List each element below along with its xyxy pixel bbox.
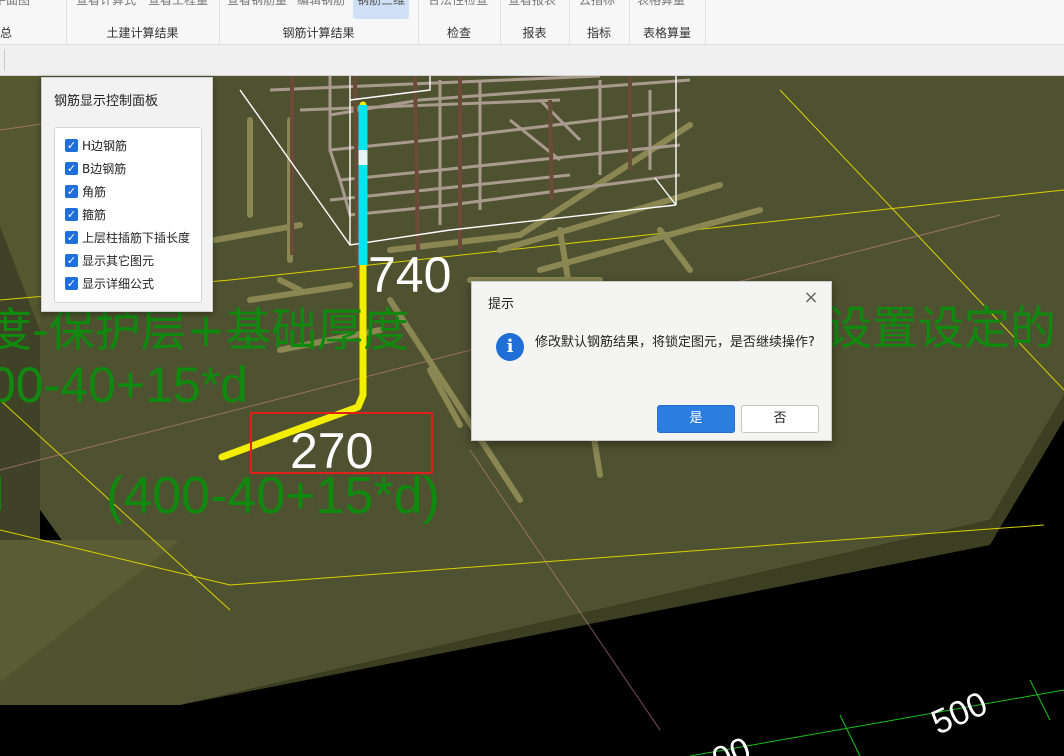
checkbox-checked-icon[interactable]: ✓ — [65, 161, 78, 175]
ribbon-button-plan[interactable]: 显示平面图 — [0, 0, 30, 8]
ribbon-button-validity-check[interactable]: 合法性检查 — [428, 0, 488, 8]
ribbon-group-label: 钢筋计算结果 — [282, 26, 355, 40]
ribbon-button-rebar-3d[interactable]: 钢筋三维 — [357, 0, 405, 8]
option-show-other-elements[interactable]: ✓ 显示其它图元 — [65, 251, 154, 269]
option-h-edge-rebar[interactable]: ✓ H边钢筋 — [65, 136, 127, 154]
ribbon-group-index: 云指标 指标 — [569, 0, 630, 44]
panel-options-box: ✓ H边钢筋 ✓ B边钢筋 ✓ 角筋 ✓ 箍筋 ✓ 上层柱插筋下插长度 ✓ 显示其它图元 ✓… — [54, 127, 202, 303]
ribbon-group-label: 报表 — [522, 26, 547, 40]
secondary-toolbar — [0, 45, 1064, 76]
ribbon-group-label: 指标 — [586, 26, 611, 40]
ribbon-group-table-calc: 表格算量 表格算量 — [629, 0, 706, 44]
dimension-partial: 00 — [707, 730, 756, 756]
toolbar-separator — [4, 49, 5, 71]
yes-button[interactable]: 是 — [657, 405, 735, 433]
checkbox-checked-icon[interactable]: ✓ — [65, 138, 78, 152]
ribbon-button-edit-rebar[interactable]: 编辑钢筋 — [297, 0, 345, 8]
close-icon[interactable]: × — [801, 288, 821, 308]
ribbon-button-cloud-index[interactable]: 云指标 — [579, 0, 615, 8]
info-icon: i — [496, 333, 524, 361]
formula-text-line2: 00-40+15*d — [0, 357, 248, 413]
option-stirrup[interactable]: ✓ 箍筋 — [65, 205, 106, 223]
ribbon-group-label: 土建计算结果 — [106, 26, 179, 40]
ribbon-toolbar: 显示平面图 总 查看计算式 查看工程量 土建计算结果 查看钢筋量 编辑钢筋 钢筋… — [0, 0, 1064, 45]
ribbon-button-table-calc[interactable]: 表格算量 — [637, 0, 685, 8]
ribbon-group-label: 总 — [0, 26, 13, 40]
dialog-title: 提示 — [488, 297, 515, 312]
ribbon-group-rebar-results: 查看钢筋量 编辑钢筋 钢筋三维 钢筋计算结果 — [219, 0, 419, 44]
option-corner-rebar[interactable]: ✓ 角筋 — [65, 182, 106, 200]
formula-text-line1-right: 设置设定的 — [826, 301, 1056, 355]
ribbon-group-report: 查看报表 报表 — [500, 0, 570, 44]
option-show-detailed-formula[interactable]: ✓ 显示详细公式 — [65, 274, 154, 292]
option-b-edge-rebar[interactable]: ✓ B边钢筋 — [65, 159, 126, 177]
ribbon-group-label: 表格算量 — [642, 26, 691, 40]
ribbon-button-view-quantity[interactable]: 查看工程量 — [148, 0, 208, 8]
checkbox-checked-icon[interactable]: ✓ — [65, 253, 78, 267]
dimension-line — [1029, 679, 1051, 721]
confirm-dialog: 提示 × i 修改默认钢筋结果，将锁定图元，是否继续操作? 是 否 — [471, 281, 832, 441]
rebar-display-control-panel: 钢筋显示控制面板 ✓ H边钢筋 ✓ B边钢筋 ✓ 角筋 ✓ 箍筋 ✓ 上层柱插筋下插长度 … — [41, 77, 213, 312]
ribbon-group-label: 检查 — [446, 26, 471, 40]
ribbon-group-civil-results: 查看计算式 查看工程量 土建计算结果 — [66, 0, 220, 44]
checkbox-checked-icon[interactable]: ✓ — [65, 207, 78, 221]
dialog-message: 修改默认钢筋结果，将锁定图元，是否继续操作? — [535, 335, 815, 350]
no-button[interactable]: 否 — [741, 405, 819, 433]
ribbon-button-view-report[interactable]: 查看报表 — [508, 0, 556, 8]
formula-text-270: (400-40+15*d) — [106, 467, 440, 525]
checkbox-checked-icon[interactable]: ✓ — [65, 230, 78, 244]
dimension-line — [839, 714, 861, 756]
dimension-500: 500 — [926, 685, 993, 743]
option-dowel-length[interactable]: ✓ 上层柱插筋下插长度 — [65, 228, 190, 246]
ribbon-group-check: 合法性检查 检查 — [418, 0, 501, 44]
ribbon-button-view-rebar[interactable]: 查看钢筋量 — [227, 0, 287, 8]
ribbon-button-view-formula[interactable]: 查看计算式 — [76, 0, 136, 8]
ribbon-group-overview: 显示平面图 总 — [0, 0, 67, 44]
dimension-740: 740 — [368, 247, 451, 303]
checkbox-checked-icon[interactable]: ✓ — [65, 276, 78, 290]
panel-title: 钢筋显示控制面板 — [54, 94, 159, 109]
left-edge-mark: I — [0, 468, 5, 521]
checkbox-checked-icon[interactable]: ✓ — [65, 184, 78, 198]
